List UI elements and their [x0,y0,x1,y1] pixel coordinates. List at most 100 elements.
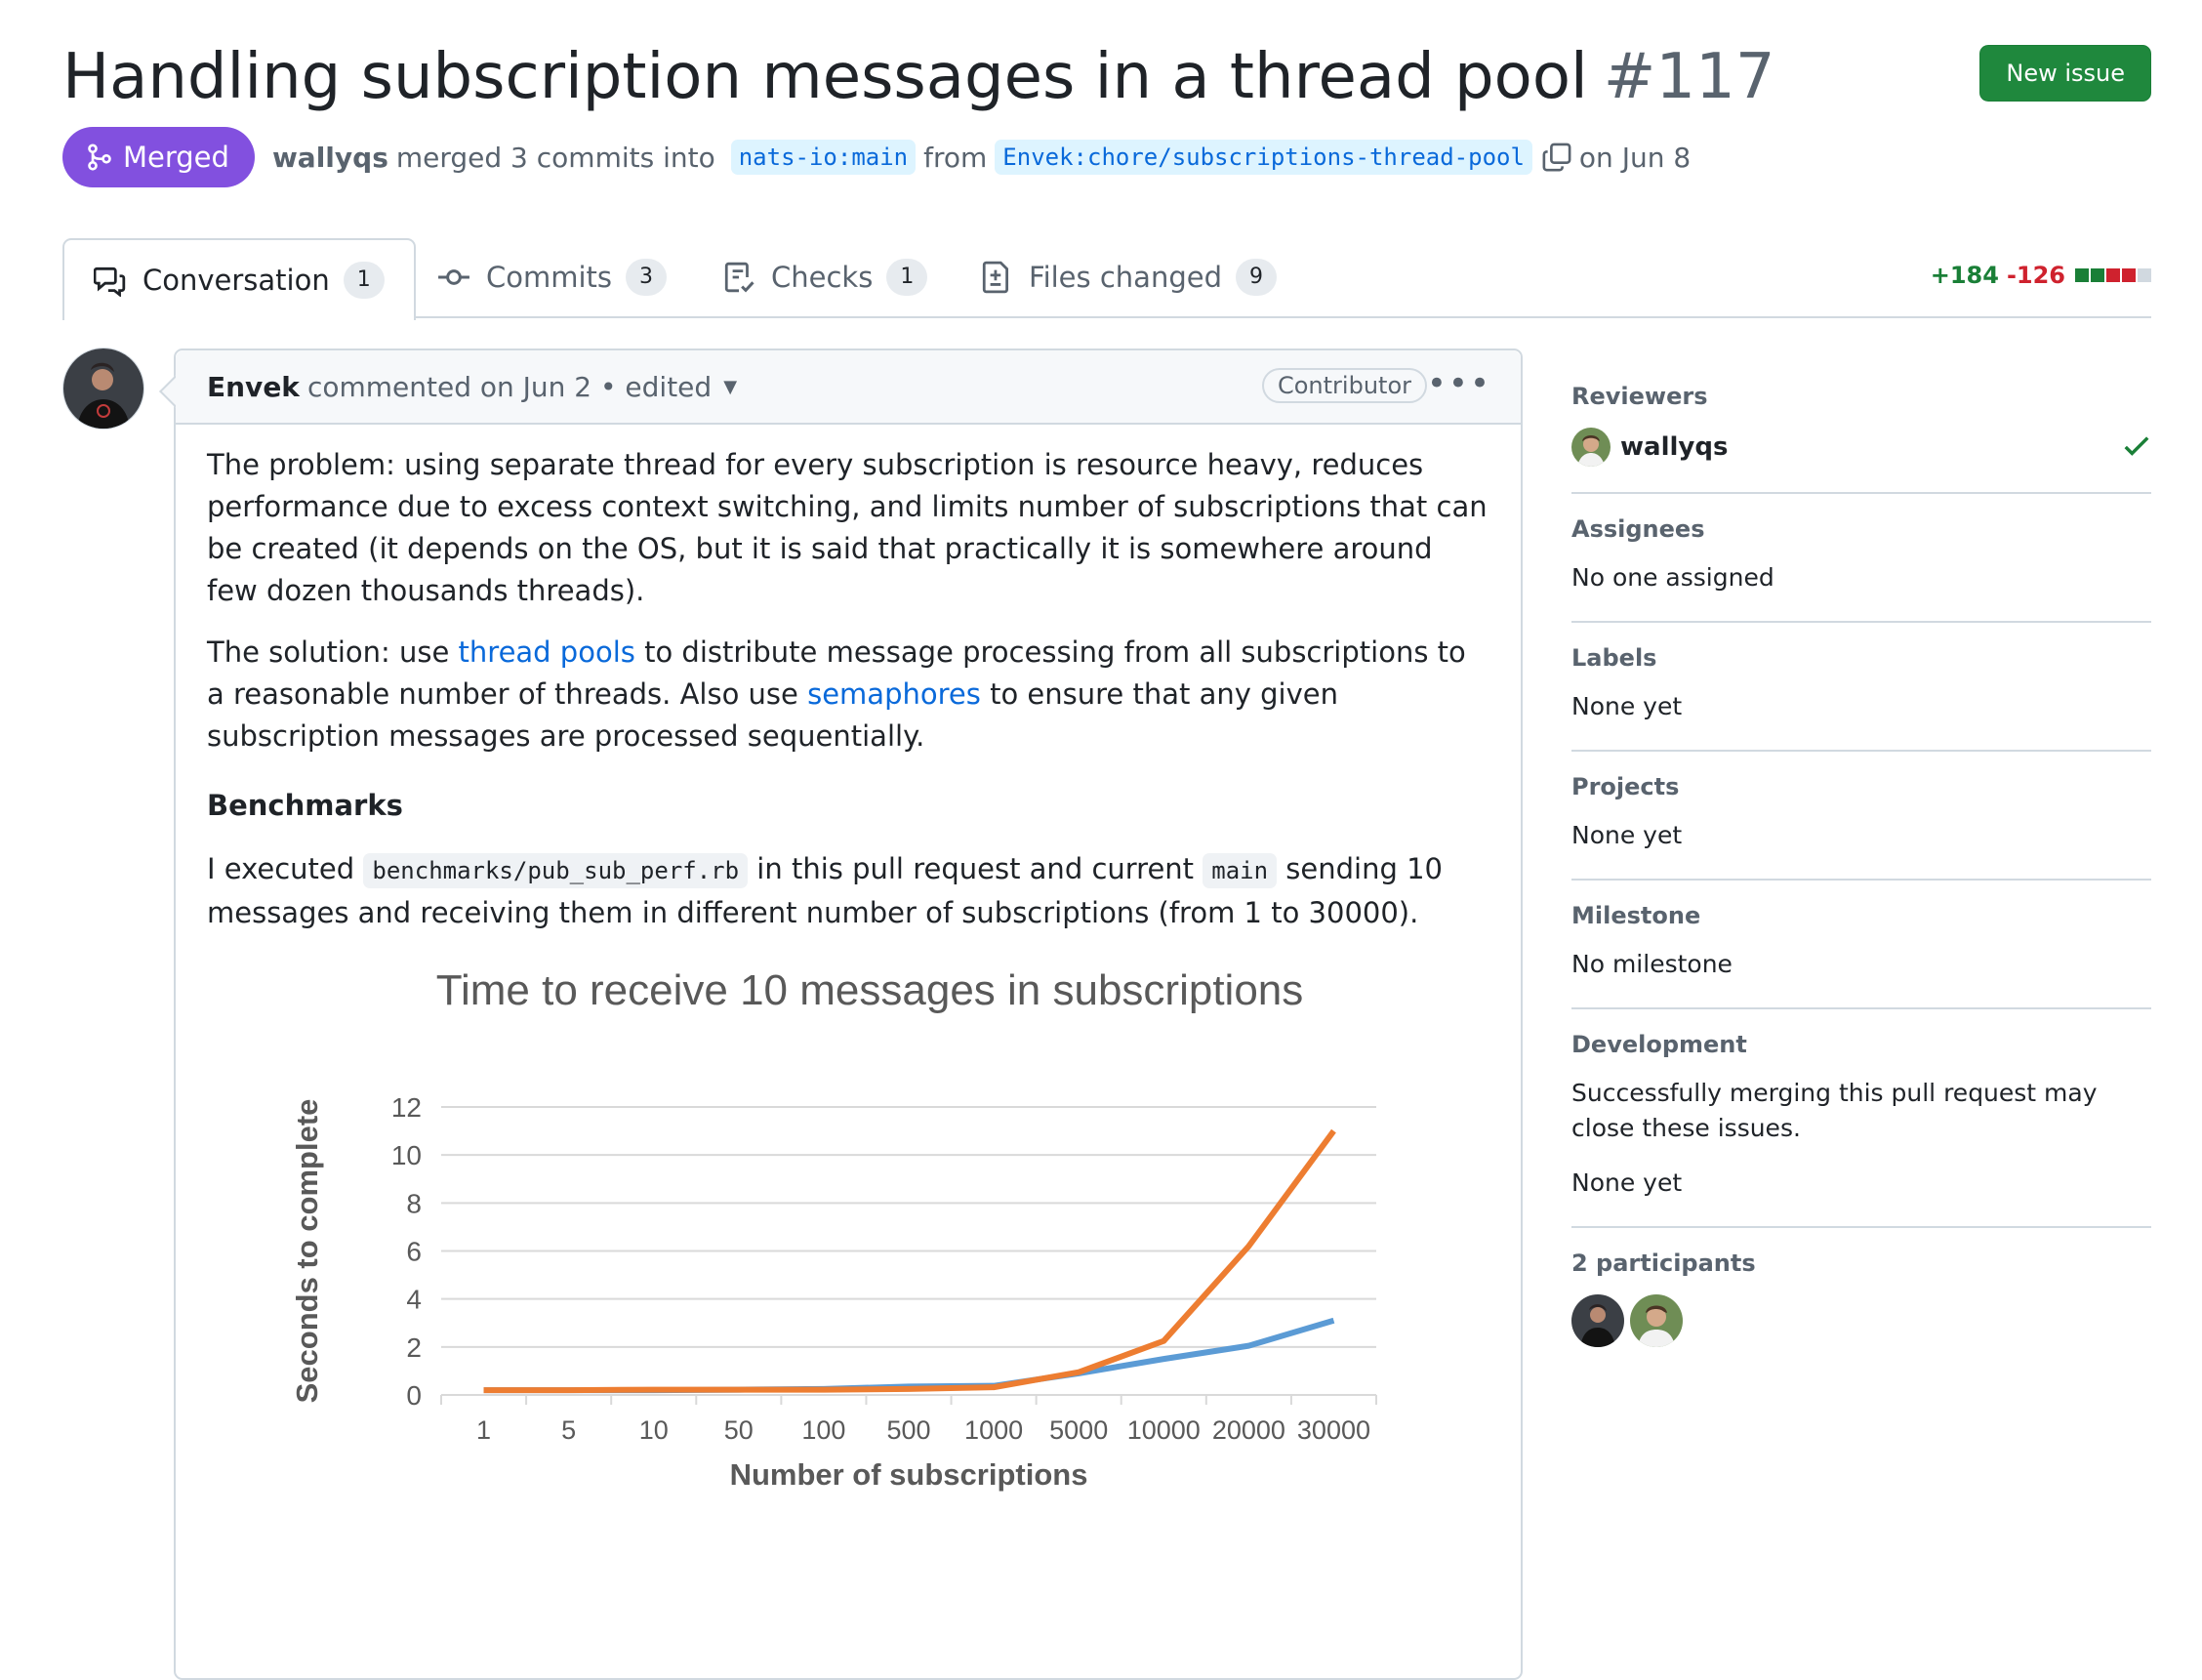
paragraph-benchmarks: I executed benchmarks/pub_sub_perf.rb in… [207,848,1489,934]
development-heading[interactable]: Development [1571,1031,2151,1058]
diffstat-block [2138,268,2151,282]
diffstat-block [2075,268,2089,282]
y-tick-label: 4 [406,1285,422,1315]
x-tick-label: 5000 [1049,1415,1108,1445]
text: in this pull request and current [756,852,1195,885]
comment-box: Envek commented on Jun 2 • edited ▼ Cont… [159,348,1523,1680]
y-tick-label: 12 [391,1092,422,1123]
assignees-section: Assignees No one assigned [1571,494,2151,623]
tab-label: Checks [771,261,874,294]
x-tick-label: 20000 [1212,1415,1285,1445]
x-axis-label: Number of subscriptions [730,1457,1088,1492]
development-section: Development Successfully merging this pu… [1571,1009,2151,1228]
comment-body: The problem: using separate thread for e… [176,425,1521,934]
avatar[interactable] [1571,1294,1624,1347]
tab-files-changed[interactable]: Files changed 9 [980,238,1277,316]
paragraph-problem: The problem: using separate thread for e… [207,448,1488,607]
benchmark-chart: Time to receive 10 messages in subscript… [195,951,1493,1654]
pr-number: #117 [1603,41,1775,113]
comment-header: Envek commented on Jun 2 • edited ▼ Cont… [176,350,1521,425]
tab-label: Conversation [143,264,330,297]
head-branch[interactable]: Envek:chore/subscriptions-thread-pool [995,140,1532,175]
reviewers-heading[interactable]: Reviewers [1571,383,2151,410]
diffstat: +184 -126 [1931,262,2151,289]
diffstat-block [2106,268,2120,282]
comment-meta[interactable]: commented on Jun 2 • edited [307,371,712,403]
milestone-value: No milestone [1571,950,1733,978]
tab-counter: 1 [886,259,928,296]
tab-commits[interactable]: Commits 3 [437,238,668,316]
y-tick-label: 2 [406,1332,422,1363]
tab-checks[interactable]: Checks 1 [722,238,928,316]
reviewer-item[interactable]: wallyqs [1571,428,2151,467]
assignees-value: No one assigned [1571,563,1774,592]
milestone-heading[interactable]: Milestone [1571,902,2151,929]
y-tick-label: 6 [406,1237,422,1267]
x-tick-label: 10 [639,1415,669,1445]
x-tick-label: 5 [561,1415,576,1445]
from-text: from [923,141,988,174]
pr-tabs: Conversation 1 Commits 3 Checks 1 Files … [62,238,2151,320]
avatar[interactable] [62,348,144,430]
x-tick-label: 10000 [1127,1415,1201,1445]
thread-pools-link[interactable]: thread pools [459,635,635,669]
participants-list [1571,1294,2151,1347]
avatar[interactable] [1630,1294,1683,1347]
avatar[interactable] [1571,428,1611,467]
kebab-horizontal-icon[interactable]: ••• [1427,364,1491,403]
inline-code: benchmarks/pub_sub_perf.rb [363,853,749,888]
tab-conversation[interactable]: Conversation 1 [62,238,416,320]
text: The solution: use [207,635,450,669]
participants-section: 2 participants [1571,1228,2151,1373]
merger-link[interactable]: wallyqs [272,142,388,174]
inline-code: main [1203,853,1278,888]
merged-state-badge: Merged [62,127,255,187]
x-tick-label: 50 [724,1415,754,1445]
pr-meta-row: Merged wallyqs merged 3 commits into nat… [62,127,1691,187]
tab-label: Commits [486,261,613,294]
x-tick-label: 1000 [964,1415,1023,1445]
comment-author-link[interactable]: Envek [207,371,300,403]
chart-title: Time to receive 10 messages in subscript… [436,966,1304,1014]
benchmarks-heading: Benchmarks [207,789,403,822]
page-title: Handling subscription messages in a thre… [62,33,1775,121]
y-tick-label: 10 [391,1140,422,1170]
diffstat-block [2122,268,2136,282]
paragraph-solution: The solution: use thread pools to distri… [207,632,1489,758]
labels-heading[interactable]: Labels [1571,644,2151,672]
reviewers-section: Reviewers wallyqs [1571,361,2151,494]
development-value: None yet [1571,1168,1683,1197]
y-axis-label: Seconds to complete [290,1099,324,1404]
chevron-down-icon[interactable]: ▼ [723,377,737,397]
lines-added: +184 [1930,262,1999,289]
tab-counter: 1 [343,262,385,299]
semaphores-link[interactable]: semaphores [807,677,981,711]
projects-value: None yet [1571,821,1683,849]
sidebar: Reviewers wallyqs Assignees No one assig… [1571,361,2151,1373]
assignees-heading[interactable]: Assignees [1571,515,2151,543]
tab-counter: 3 [626,259,668,296]
file-diff-icon [982,261,1009,294]
new-issue-button[interactable]: New issue [1979,45,2151,102]
base-branch[interactable]: nats-io:main [730,140,917,175]
milestone-section: Milestone No milestone [1571,881,2151,1009]
diffstat-block [2091,268,2104,282]
merged-text: merged 3 commits into [395,141,715,174]
y-tick-label: 8 [406,1188,422,1218]
reviewer-name[interactable]: wallyqs [1620,432,1728,462]
projects-heading[interactable]: Projects [1571,773,2151,800]
merge-date: on Jun 8 [1578,141,1692,174]
tab-label: Files changed [1029,261,1222,294]
lines-removed: -126 [2006,262,2065,289]
line-chart: Time to receive 10 messages in subscript… [290,966,1377,1492]
development-text: Successfully merging this pull request m… [1571,1079,2098,1142]
copy-icon[interactable] [1542,143,1571,172]
x-tick-label: 1 [476,1415,491,1445]
x-tick-label: 30000 [1297,1415,1370,1445]
contributor-badge: Contributor [1261,368,1427,403]
comment-discussion-icon [94,266,126,297]
participants-heading: 2 participants [1571,1250,1756,1277]
projects-section: Projects None yet [1571,752,2151,881]
check-icon [2122,431,2151,465]
pr-title-row: Handling subscription messages in a thre… [62,33,2151,121]
